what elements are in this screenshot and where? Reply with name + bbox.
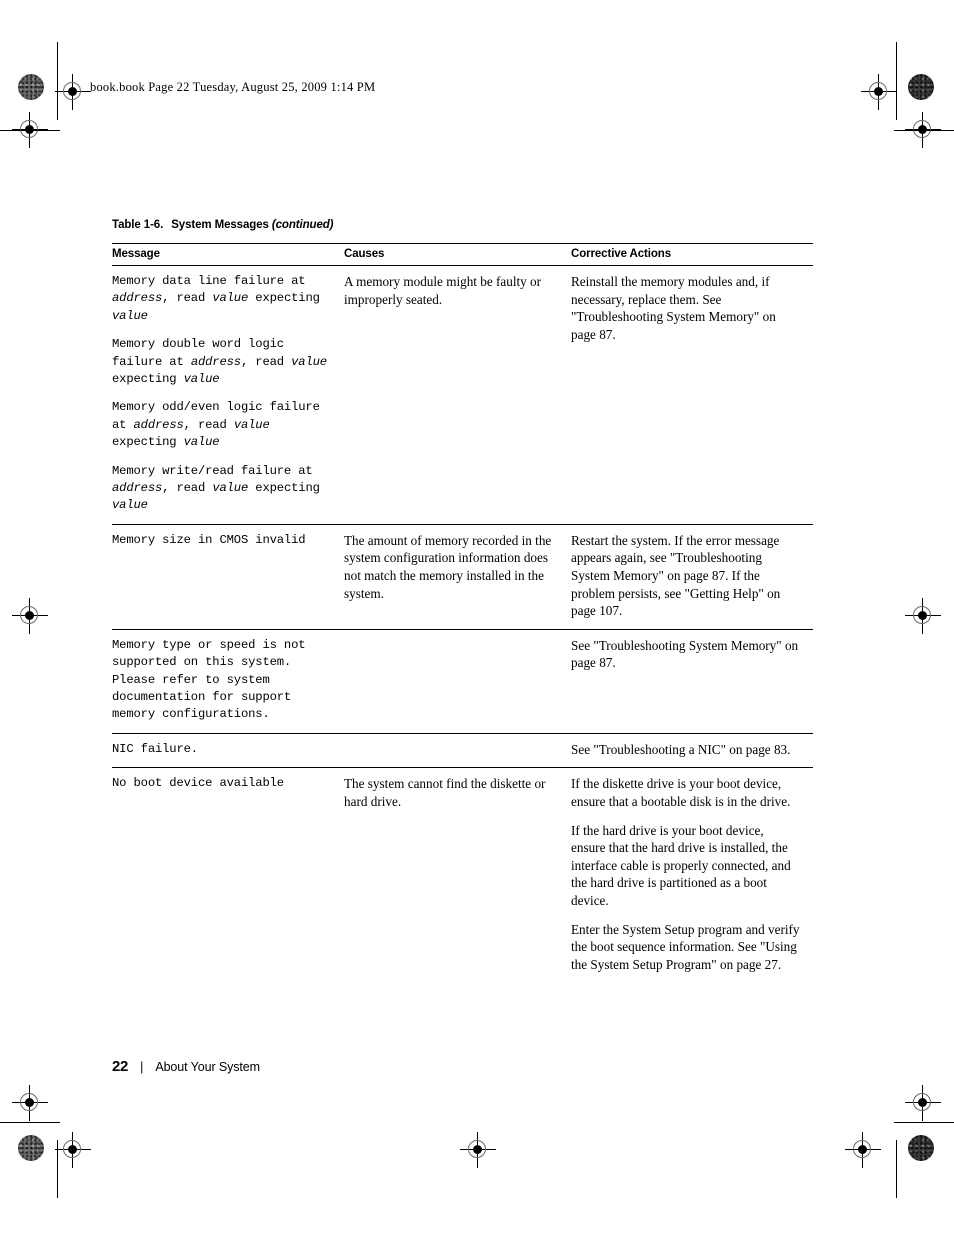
message-placeholder: value [291,354,327,369]
cell-corrective-actions: Restart the system. If the error message… [571,524,813,630]
cell-corrective-actions: Reinstall the memory modules and, if nec… [571,265,813,525]
table-caption-title: System Messages [171,219,269,231]
table-row: NIC failure. See "Troubleshooting a NIC" … [112,733,813,769]
cell-message: No boot device available [112,768,344,982]
message-placeholder: address [190,354,241,369]
cell-corrective-actions: If the diskette drive is your boot devic… [571,768,813,982]
message-placeholder: value [112,498,148,513]
cell-corrective-actions: See "Troubleshooting System Memory" on p… [571,629,813,734]
column-header-message: Message [112,243,344,266]
trim-line-top-right [894,130,954,131]
cell-message: Memory type or speed is not supported on… [112,629,344,734]
table-row: Memory type or speed is not supported on… [112,629,813,734]
action-paragraph: Restart the system. If the error message… [571,532,781,619]
action-paragraph: If the hard drive is your boot device, e… [571,822,791,909]
cause-paragraph: The system cannot find the diskette or h… [344,776,546,810]
trim-line-bottom-right-vertical [896,1140,897,1198]
table-caption-number: Table 1-6. [112,219,164,231]
halftone-dot-bottom-right [908,1135,934,1161]
message-text: No boot device available [112,776,284,791]
trim-line-bottom-left-vertical [57,1140,58,1198]
registration-mark-mid-left [12,598,48,634]
trim-line-right [896,42,897,120]
action-paragraph: Enter the System Setup program and verif… [571,921,800,972]
message-placeholder: value [112,308,148,323]
registration-mark-bottom-center [460,1132,496,1168]
table-header-row: Message Causes Corrective Actions [112,243,813,266]
table-caption: Table 1-6. System Messages (continued) [112,219,334,231]
message-placeholder: value [233,417,270,432]
message-text: Memory data line failure at address, rea… [112,274,320,323]
registration-mark-mid-right [905,598,941,634]
page-footer: 22 | About Your System [112,1058,260,1075]
message-placeholder: address [133,417,184,432]
halftone-dot-top-left [18,74,44,100]
registration-mark-bottom-right [845,1132,881,1168]
cell-causes [344,629,571,734]
halftone-dot-bottom-left [18,1135,44,1161]
message-placeholder: value [183,372,220,387]
message-placeholder: address [112,481,163,496]
message-text: NIC failure. [112,741,198,756]
trim-line-left [57,42,58,120]
action-paragraph: See "Troubleshooting System Memory" on p… [571,637,799,671]
action-paragraph: Reinstall the memory modules and, if nec… [571,274,776,342]
registration-mark-lower-left-corner [12,1085,48,1121]
page-number: 22 [112,1058,129,1075]
cell-message: Memory data line failure at address, rea… [112,265,344,525]
footer-chapter-title: About Your System [155,1060,260,1074]
cell-causes [344,733,571,769]
trim-line-top-left [0,130,60,131]
message-placeholder: value [212,291,249,306]
trim-line-bottom-right [894,1122,954,1123]
table-row: Memory data line failure at address, rea… [112,265,813,525]
system-messages-table: Message Causes Corrective Actions Memory… [112,243,813,982]
table-body: Memory data line failure at address, rea… [112,265,813,983]
footer-separator: | [140,1060,144,1074]
cell-causes: The amount of memory recorded in the sys… [344,524,571,630]
halftone-dot-top-right [908,74,934,100]
message-text: Memory double word logic failure at addr… [112,337,327,387]
registration-mark-lower-right-corner [905,1085,941,1121]
cause-paragraph: A memory module might be faulty or impro… [344,274,542,307]
cell-corrective-actions: See "Troubleshooting a NIC" on page 83. [571,733,813,769]
cell-message: Memory size in CMOS invalid [112,524,344,630]
table-row: No boot device available The system canno… [112,768,813,982]
message-text: Memory size in CMOS invalid [112,532,306,547]
document-page: book.book Page 22 Tuesday, August 25, 20… [0,0,954,1235]
registration-mark-top-left [55,74,91,110]
document-header-line: book.book Page 22 Tuesday, August 25, 20… [90,80,376,94]
registration-mark-bottom-left [55,1132,91,1168]
message-placeholder: value [183,435,220,450]
message-text: Memory type or speed is not supported on… [112,637,306,722]
message-text: Memory write/read failure at address, re… [112,463,320,513]
table-row: Memory size in CMOS invalid The amount of… [112,524,813,630]
cell-causes: A memory module might be faulty or impro… [344,265,571,525]
cause-paragraph: The amount of memory recorded in the sys… [344,532,552,601]
action-paragraph: See "Troubleshooting a NIC" on page 83. [571,741,791,757]
message-text: Memory odd/even logic failure at address… [112,400,320,450]
trim-line-bottom-left [0,1122,60,1123]
message-placeholder: value [212,481,249,496]
message-placeholder: address [112,291,163,306]
table-caption-continued: (continued) [271,219,334,231]
registration-mark-top-right [861,74,897,110]
column-header-actions: Corrective Actions [571,243,813,266]
action-paragraph: If the diskette drive is your boot devic… [571,776,791,810]
column-header-causes: Causes [344,243,571,266]
cell-message: NIC failure. [112,733,344,769]
cell-causes: The system cannot find the diskette or h… [344,768,571,982]
